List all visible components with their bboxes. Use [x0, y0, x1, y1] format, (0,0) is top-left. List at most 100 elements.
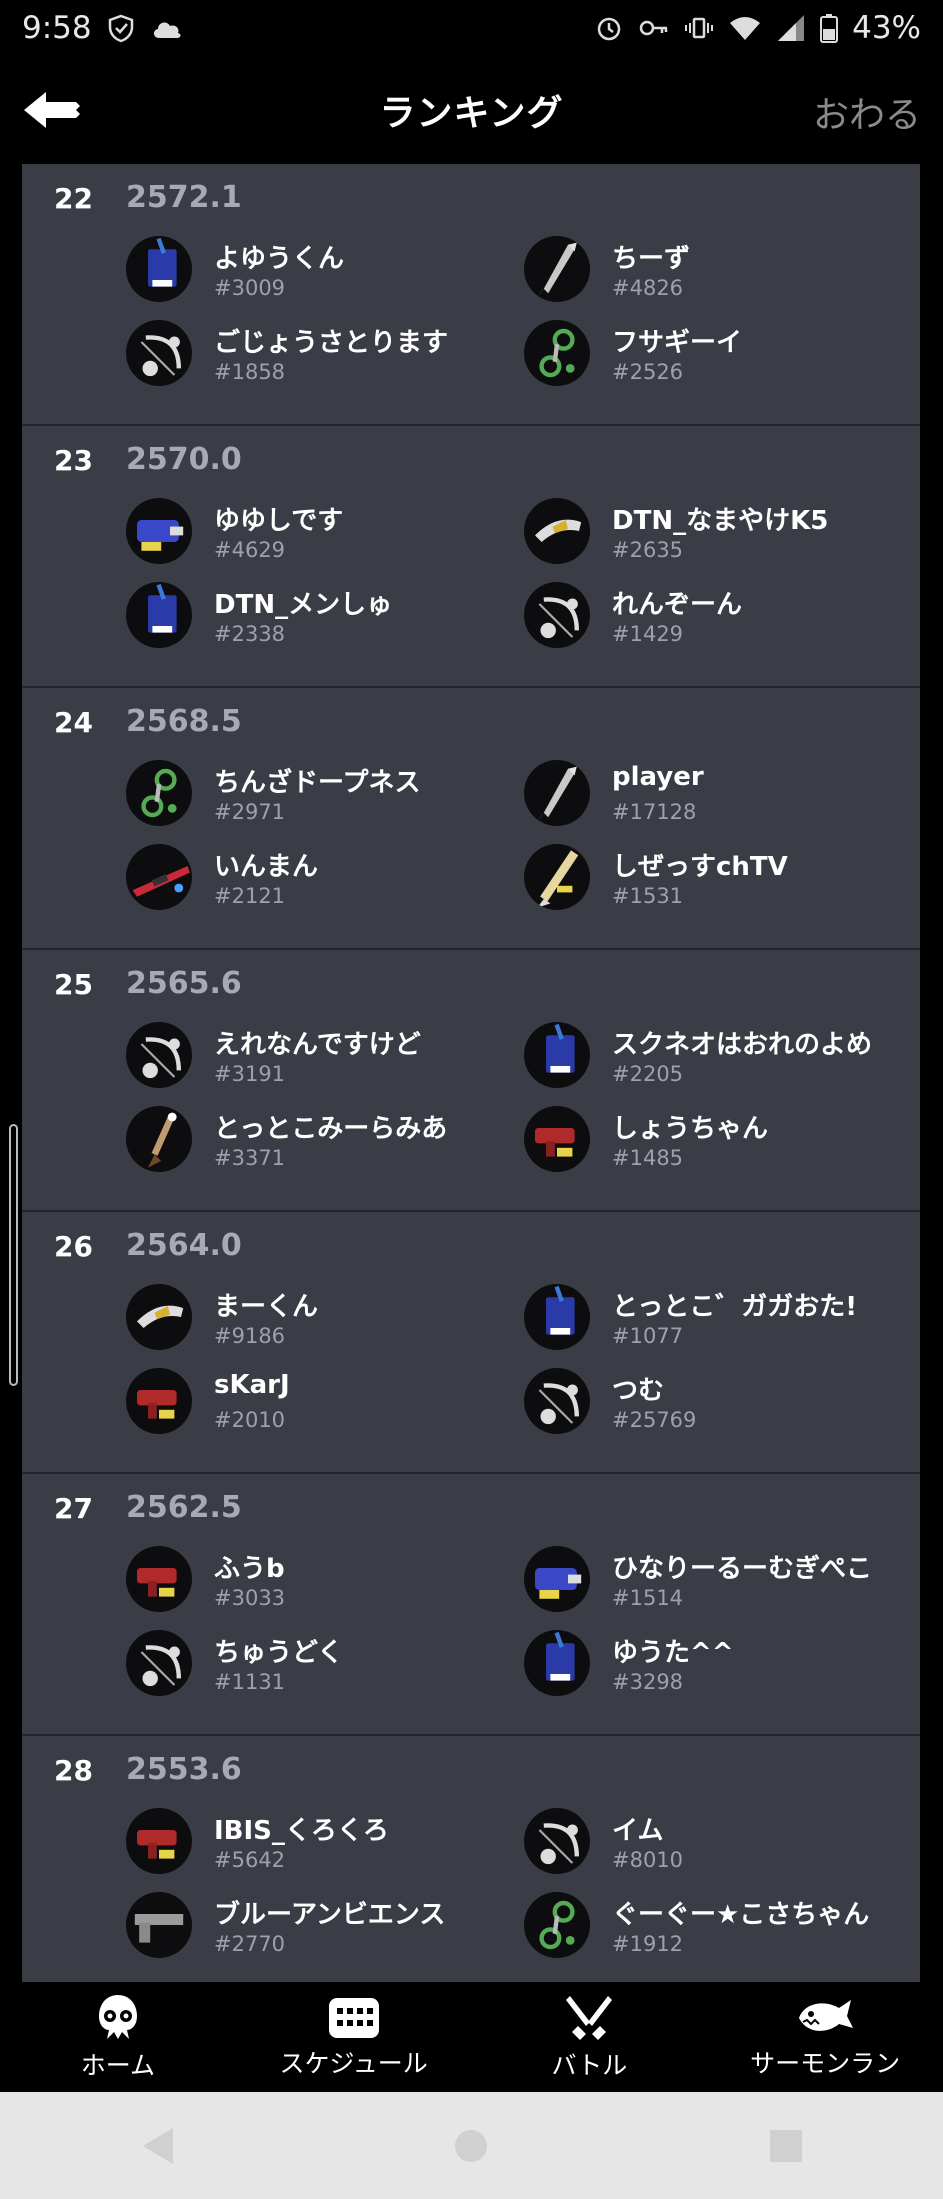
- rank-number: 23: [54, 444, 93, 477]
- player-card[interactable]: しょうちゃん #1485: [524, 1102, 884, 1182]
- ranking-entry[interactable]: 22 2572.1 よゆうくん #3009 ちーず #4826 ごじょうさとります #1858…: [22, 164, 920, 426]
- rank-number: 26: [54, 1230, 93, 1263]
- system-back-icon[interactable]: [137, 2124, 177, 2168]
- bow-icon: [524, 1808, 590, 1874]
- player-card[interactable]: つむ #25769: [524, 1364, 884, 1444]
- player-tag: #9186: [214, 1324, 286, 1348]
- player-card[interactable]: いんまん #2121: [126, 840, 486, 920]
- player-tag: #1514: [612, 1586, 684, 1610]
- ranking-entry[interactable]: 27 2562.5 ふうb #3033 ひなりーるーむぎぺこ #1514 ちゅうどく #113…: [22, 1474, 920, 1736]
- player-name: IBIS_くろくろ: [214, 1816, 389, 1846]
- player-tag: #3371: [214, 1146, 286, 1170]
- player-card[interactable]: ひなりーるーむぎぺこ #1514: [524, 1542, 884, 1622]
- app-header: ランキング おわる: [0, 56, 943, 164]
- finish-button[interactable]: おわる: [813, 86, 921, 138]
- player-card[interactable]: フサギーイ #2526: [524, 316, 884, 396]
- rank-score: 2570.0: [126, 442, 242, 477]
- player-name: ブルーアンビエンス: [214, 1900, 446, 1930]
- ranking-list[interactable]: 22 2572.1 よゆうくん #3009 ちーず #4826 ごじょうさとります #1858…: [22, 164, 920, 1982]
- player-card[interactable]: れんぞーん #1429: [524, 578, 884, 658]
- player-tag: #2971: [214, 800, 286, 824]
- player-name: ちーず: [612, 244, 691, 274]
- player-card[interactable]: sKarJ #2010: [126, 1364, 486, 1444]
- player-card[interactable]: ちんざドープネス #2971: [126, 756, 486, 836]
- player-name: とっとこみーらみあ: [214, 1114, 448, 1144]
- player-tag: #1912: [612, 1932, 684, 1956]
- player-name: ゆゆしです: [214, 506, 344, 536]
- player-tag: #4629: [214, 538, 286, 562]
- scrollbar[interactable]: [9, 1124, 18, 1386]
- nav-schedule-label: スケジュール: [279, 2049, 428, 2078]
- player-card[interactable]: スクネオはおれのよめ #2205: [524, 1018, 884, 1098]
- splatling-icon: [126, 760, 192, 826]
- player-card[interactable]: ゆゆしです #4629: [126, 494, 486, 574]
- player-tag: #3009: [214, 276, 286, 300]
- player-name: フサギーイ: [612, 328, 743, 358]
- system-home-icon[interactable]: [451, 2126, 491, 2166]
- shooter-icon: [126, 1808, 192, 1874]
- ranking-entry[interactable]: 26 2564.0 まーくん #9186 とっとこ゛ガガおた! #1077 sKarJ #20…: [22, 1212, 920, 1474]
- player-tag: #2526: [612, 360, 684, 384]
- player-name: ちんざドープネス: [214, 768, 421, 798]
- player-card[interactable]: DTN_なまやけK5 #2635: [524, 494, 884, 574]
- roller-icon: [524, 1022, 590, 1088]
- player-card[interactable]: まーくん #9186: [126, 1280, 486, 1360]
- player-name: まーくん: [214, 1292, 319, 1322]
- player-tag: #1485: [612, 1146, 684, 1170]
- nav-salmon-run[interactable]: サーモンラン: [707, 1982, 943, 2092]
- ranking-entry[interactable]: 25 2565.6 えれなんですけど #3191 スクネオはおれのよめ #2205 とっとこ…: [22, 950, 920, 1212]
- status-time: 9:58: [22, 10, 92, 46]
- player-card[interactable]: えれなんですけど #3191: [126, 1018, 486, 1098]
- roller-icon: [524, 1284, 590, 1350]
- player-tag: #3298: [612, 1670, 684, 1694]
- player-card[interactable]: ゆうた^^ #3298: [524, 1626, 884, 1706]
- bow-icon: [126, 320, 192, 386]
- player-card[interactable]: よゆうくん #3009: [126, 232, 486, 312]
- roller-icon: [126, 236, 192, 302]
- player-card[interactable]: しぜっすchTV #1531: [524, 840, 884, 920]
- rank-number: 22: [54, 182, 93, 215]
- player-name: いんまん: [214, 852, 319, 882]
- nav-home[interactable]: ホーム: [0, 1982, 236, 2092]
- player-card[interactable]: ちゅうどく #1131: [126, 1626, 486, 1706]
- page-title: ランキング: [379, 93, 564, 134]
- player-card[interactable]: イム #8010: [524, 1804, 884, 1884]
- rank-score: 2553.6: [126, 1752, 242, 1787]
- ranking-entry[interactable]: 23 2570.0 ゆゆしです #4629 DTN_なまやけK5 #2635 DTN_メンし…: [22, 426, 920, 688]
- system-recents-icon[interactable]: [766, 2126, 806, 2166]
- alarm-icon: [594, 13, 624, 43]
- player-card[interactable]: とっとこみーらみあ #3371: [126, 1102, 486, 1182]
- player-name: とっとこ゛ガガおた!: [612, 1292, 858, 1322]
- player-card[interactable]: ごじょうさとります #1858: [126, 316, 486, 396]
- nav-schedule[interactable]: スケジュール: [236, 1982, 472, 2092]
- nav-battle[interactable]: バトル: [472, 1982, 708, 2092]
- player-tag: #17128: [612, 800, 697, 824]
- rank-score: 2572.1: [126, 180, 242, 215]
- cloud-icon: [150, 16, 184, 40]
- player-card[interactable]: ちーず #4826: [524, 232, 884, 312]
- squid-icon: [98, 1995, 137, 2039]
- player-card[interactable]: ブルーアンビエンス #2770: [126, 1888, 486, 1968]
- ranking-entry[interactable]: 28 2553.6 IBIS_くろくろ #5642 イム #8010 ブルーアンビエンス #2…: [22, 1736, 920, 1982]
- system-nav-bar: [0, 2092, 943, 2199]
- player-tag: #25769: [612, 1408, 697, 1432]
- blaster-icon: [126, 498, 192, 564]
- nav-home-label: ホーム: [80, 2051, 155, 2080]
- player-tag: #1429: [612, 622, 684, 646]
- player-name: スクネオはおれのよめ: [612, 1030, 873, 1060]
- player-card[interactable]: とっとこ゛ガガおた! #1077: [524, 1280, 884, 1360]
- roller-icon: [126, 582, 192, 648]
- player-card[interactable]: player #17128: [524, 756, 884, 836]
- signal-icon: [776, 13, 806, 43]
- player-tag: #5642: [214, 1848, 286, 1872]
- ranking-entry[interactable]: 24 2568.5 ちんざドープネス #2971 player #17128 いんまん #21…: [22, 688, 920, 950]
- rank-score: 2564.0: [126, 1228, 242, 1263]
- player-card[interactable]: DTN_メンしゅ #2338: [126, 578, 486, 658]
- player-tag: #2635: [612, 538, 684, 562]
- player-card[interactable]: ふうb #3033: [126, 1542, 486, 1622]
- vibrate-icon: [684, 13, 714, 43]
- wifi-icon: [728, 13, 762, 43]
- player-card[interactable]: IBIS_くろくろ #5642: [126, 1804, 486, 1884]
- player-card[interactable]: ぐーぐー★こさちゃん #1912: [524, 1888, 884, 1968]
- player-tag: #1531: [612, 884, 684, 908]
